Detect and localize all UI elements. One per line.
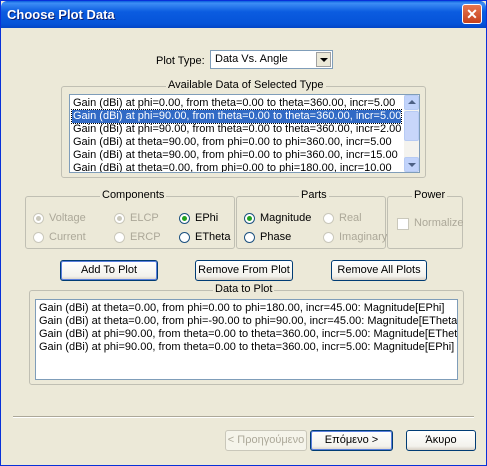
cancel-button[interactable]: Άκυρο [406, 430, 476, 451]
window-title: Choose Plot Data [7, 7, 115, 22]
remove-all-plots-button[interactable]: Remove All Plots [331, 260, 427, 281]
parts-title: Parts [299, 189, 329, 201]
components-title: Components [100, 189, 167, 201]
components-group: Components Voltage Current ELCP ERCP EPh… [25, 189, 235, 249]
scroll-up-button[interactable] [404, 95, 419, 110]
available-data-item-selected[interactable]: Gain (dBi) at phi=90.00, from theta=0.00… [70, 109, 403, 124]
back-button[interactable]: < Προηγούμενο [225, 430, 307, 451]
title-bar[interactable]: Choose Plot Data ✕ [1, 1, 486, 28]
next-button[interactable]: Επόμενο > [310, 430, 393, 451]
magnitude-label: Magnitude [260, 212, 312, 224]
radio-dot [33, 213, 44, 224]
data-to-plot-title: Data to Plot [213, 283, 275, 295]
available-data-list[interactable]: Gain (dBi) at phi=0.00, from theta=0.00 … [69, 94, 420, 173]
available-data-item[interactable]: Gain (dBi) at theta=0.00, from phi=0.00 … [72, 162, 392, 172]
dialog-client: Plot Type: Data Vs. Angle Available Data… [1, 28, 486, 465]
radio-dot [179, 213, 190, 224]
radio-dot [114, 213, 125, 224]
data-to-plot-item[interactable]: Gain (dBi) at phi=90.00, from theta=0.00… [38, 341, 454, 354]
power-group: Power Normalize [387, 189, 464, 249]
chevron-down-icon [408, 163, 416, 167]
normalize-label: Normalize [414, 217, 464, 229]
data-to-plot-item[interactable]: Gain (dBi) at theta=0.00, from phi=0.00 … [38, 302, 444, 315]
radio-dot [244, 232, 255, 243]
add-to-plot-button[interactable]: Add To Plot [60, 260, 158, 281]
elcp-label: ELCP [130, 212, 159, 224]
remove-from-plot-button[interactable]: Remove From Plot [195, 260, 293, 281]
plot-type-label: Plot Type: [156, 55, 205, 67]
scroll-thumb[interactable] [404, 111, 419, 141]
checkbox-box [397, 218, 409, 230]
radio-dot [244, 213, 255, 224]
radio-dot [323, 213, 334, 224]
available-data-item[interactable]: Gain (dBi) at phi=90.00, from theta=0.00… [72, 123, 401, 136]
footer-separator [13, 416, 474, 418]
power-title: Power [412, 189, 448, 201]
plot-type-dropdown-button[interactable] [316, 52, 331, 67]
voltage-label: Voltage [49, 212, 86, 224]
imaginary-label: Imaginary [339, 231, 388, 243]
plot-type-value: Data Vs. Angle [215, 53, 288, 65]
chevron-down-icon [320, 58, 328, 62]
data-to-plot-group: Data to Plot Gain (dBi) at theta=0.00, f… [29, 283, 464, 385]
ercp-label: ERCP [130, 231, 161, 243]
available-data-title: Available Data of Selected Type [166, 79, 326, 91]
available-data-item[interactable]: Gain (dBi) at phi=0.00, from theta=0.00 … [72, 97, 395, 110]
radio-dot [33, 232, 44, 243]
data-to-plot-item[interactable]: Gain (dBi) at phi=90.00, from theta=0.00… [38, 328, 457, 341]
real-label: Real [339, 212, 362, 224]
available-data-group: Available Data of Selected Type Gain (dB… [61, 79, 426, 178]
parts-group: Parts Magnitude Phase Real Imaginary [236, 189, 388, 249]
ephi-label: EPhi [195, 212, 219, 224]
close-button[interactable]: ✕ [462, 4, 482, 24]
current-label: Current [49, 231, 86, 243]
etheta-label: ETheta [195, 231, 231, 243]
close-icon: ✕ [466, 6, 478, 22]
radio-dot [179, 232, 190, 243]
data-to-plot-item[interactable]: Gain (dBi) at theta=0.00, from phi=-90.0… [38, 315, 457, 328]
scroll-down-button[interactable] [404, 157, 419, 172]
available-data-scrollbar[interactable] [404, 95, 419, 172]
phase-label: Phase [260, 231, 292, 243]
data-to-plot-list[interactable]: Gain (dBi) at theta=0.00, from phi=0.00 … [35, 299, 458, 380]
plot-type-select[interactable]: Data Vs. Angle [210, 50, 333, 69]
radio-dot [114, 232, 125, 243]
available-data-item[interactable]: Gain (dBi) at theta=90.00, from phi=0.00… [72, 149, 398, 162]
available-data-item[interactable]: Gain (dBi) at theta=90.00, from phi=0.00… [72, 136, 392, 149]
dialog-window: Choose Plot Data ✕ Plot Type: Data Vs. A… [0, 0, 487, 466]
chevron-up-icon [408, 100, 416, 104]
radio-dot [323, 232, 334, 243]
